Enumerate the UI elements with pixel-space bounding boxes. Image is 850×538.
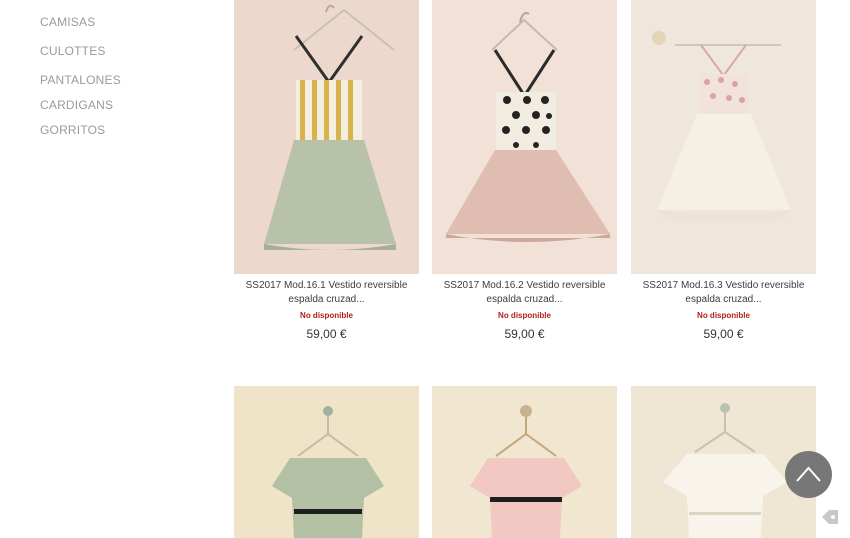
chevron-up-icon — [796, 466, 821, 482]
availability-label: No disponible — [697, 311, 750, 320]
sidebar-item-gorritos[interactable]: GORRITOS — [40, 123, 105, 137]
back-to-top-button[interactable] — [785, 451, 832, 498]
product-info: SS2017 Mod.16.2 Vestido reversible espal… — [432, 279, 617, 341]
product-image[interactable] — [432, 0, 617, 274]
product-price: 59,00 € — [306, 327, 347, 341]
sidebar-item-cardigans[interactable]: CARDIGANS — [40, 98, 113, 112]
dress-photo — [234, 0, 419, 274]
product-name[interactable]: SS2017 Mod.16.1 Vestido reversible espal… — [234, 279, 419, 307]
product-image[interactable] — [234, 0, 419, 274]
sidebar-item-camisas[interactable]: CAMISAS — [40, 15, 95, 29]
product-info: SS2017 Mod.16.3 Vestido reversible espal… — [631, 279, 816, 341]
dress-photo — [432, 0, 617, 274]
dress-photo — [234, 386, 419, 538]
product-image[interactable] — [631, 0, 816, 274]
product-image[interactable] — [432, 386, 617, 538]
sidebar-item-culottes[interactable]: CULOTTES — [40, 44, 106, 58]
product-price: 59,00 € — [504, 327, 545, 341]
product-info: SS2017 Mod.16.1 Vestido reversible espal… — [234, 279, 419, 341]
sidebar-item-pantalones[interactable]: PANTALONES — [40, 73, 121, 87]
dress-photo — [432, 386, 617, 538]
product-price: 59,00 € — [703, 327, 744, 341]
dress-photo — [631, 0, 816, 274]
tag-icon[interactable] — [821, 509, 839, 525]
product-name[interactable]: SS2017 Mod.16.3 Vestido reversible espal… — [631, 279, 816, 307]
product-image[interactable] — [234, 386, 419, 538]
availability-label: No disponible — [498, 311, 551, 320]
availability-label: No disponible — [300, 311, 353, 320]
product-name[interactable]: SS2017 Mod.16.2 Vestido reversible espal… — [432, 279, 617, 307]
